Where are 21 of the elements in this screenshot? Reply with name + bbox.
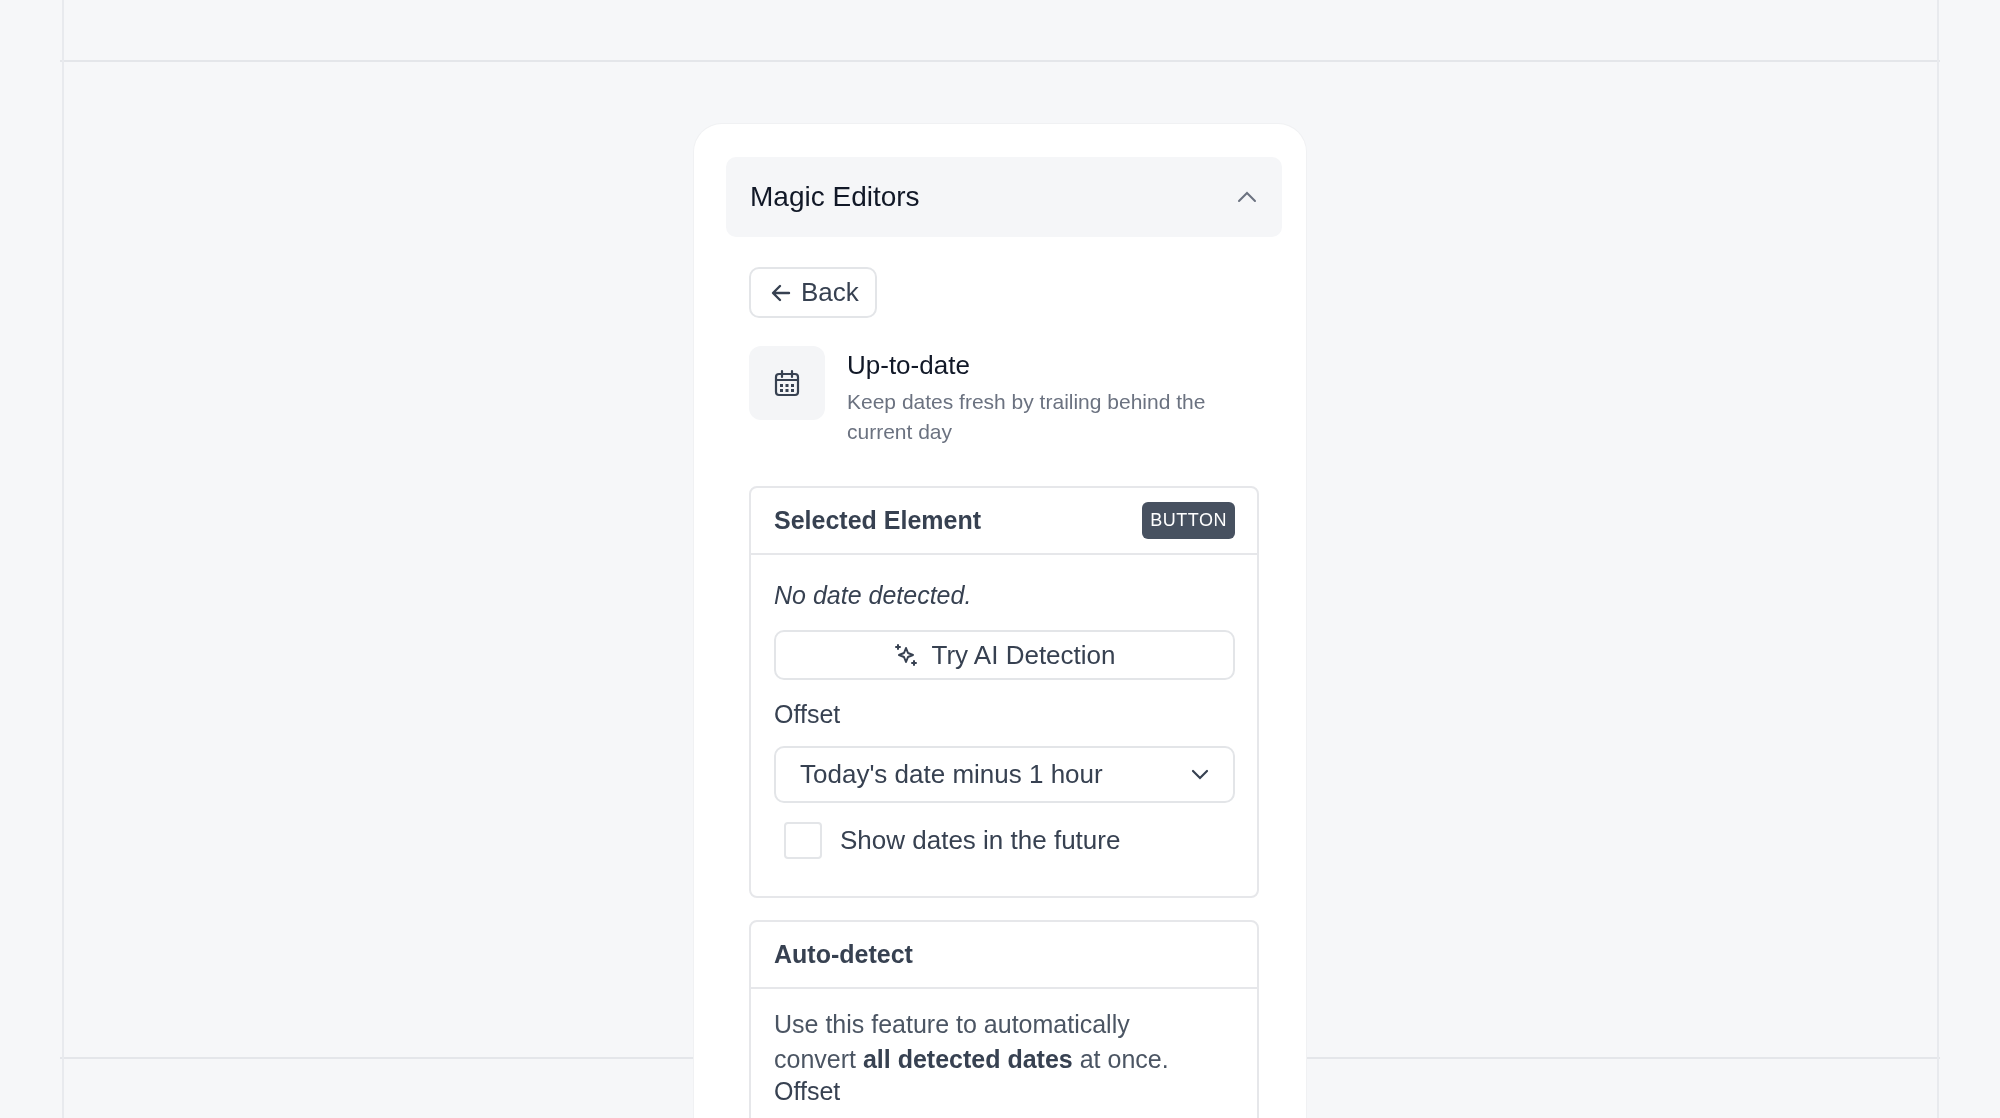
chevron-icon[interactable]: [1236, 190, 1258, 204]
checkbox-label[interactable]: Show dates in the future: [840, 820, 1121, 860]
ai-detection-button[interactable]: Try AI Detection: [774, 630, 1235, 681]
calendar-icon: [774, 369, 800, 397]
chevron-down-icon: [1191, 768, 1209, 780]
arrow-left-icon: [771, 283, 791, 302]
auto-detect-description: Use this feature to automatically convert all detected dates at once.: [774, 1008, 1170, 1075]
field-label: Offset: [774, 699, 842, 731]
detection-status: No date detected.: [774, 579, 973, 611]
sparkle-icon: [893, 643, 918, 668]
back-button[interactable]: Back: [749, 267, 877, 318]
field-label: Offset: [774, 1076, 842, 1106]
tool-description: Keep dates fresh by trailing behind the current day: [847, 389, 1207, 445]
checkbox[interactable]: [784, 821, 822, 859]
card-title: Selected Element: [774, 504, 982, 536]
tool-title: Up-to-date: [847, 350, 971, 382]
offset-select[interactable]: Today's date minus 1 hour: [774, 745, 1235, 803]
panel-header[interactable]: Magic Editors: [726, 157, 1282, 237]
element-type-tag: BUTTON: [1142, 501, 1235, 539]
panel-title: Magic Editors: [750, 180, 920, 214]
card-title: Auto-detect: [774, 938, 913, 970]
